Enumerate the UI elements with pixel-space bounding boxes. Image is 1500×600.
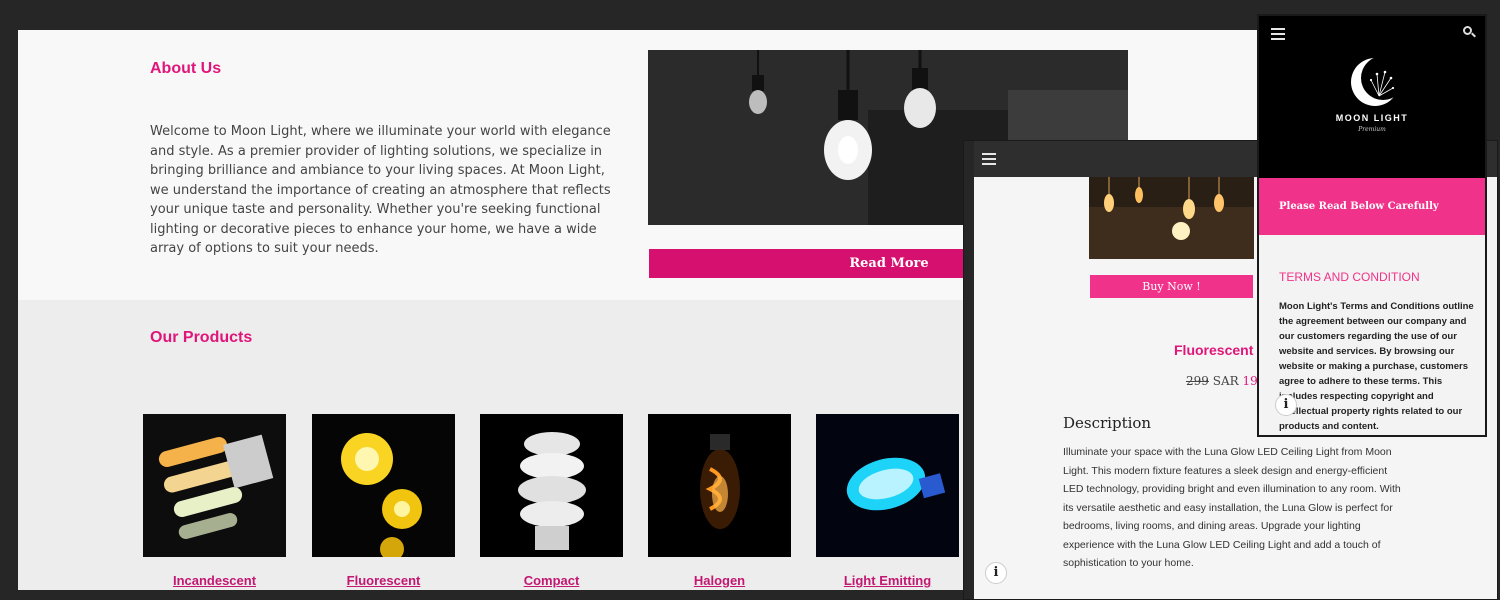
product-link-compact[interactable]: Compact — [480, 573, 623, 588]
product-card-halogen[interactable]: Halogen — [648, 414, 791, 588]
products-title: Our Products — [150, 329, 253, 346]
old-price: 299 — [1186, 374, 1209, 388]
product-image-light-emitting[interactable] — [816, 414, 959, 557]
buy-now-button[interactable]: Buy Now ! — [1090, 275, 1253, 298]
product-link-halogen[interactable]: Halogen — [648, 573, 791, 588]
search-icon[interactable] — [1463, 26, 1476, 38]
brand-subtitle: Premium — [1358, 126, 1386, 133]
hamburger-menu-icon[interactable] — [982, 153, 996, 165]
hamburger-menu-icon[interactable] — [1271, 28, 1285, 40]
product-link-incandescent[interactable]: Incandescent — [143, 573, 286, 588]
description-title: Description — [1063, 414, 1152, 432]
brand-name: MOON LIGHT — [1335, 113, 1409, 123]
product-hero-image — [1089, 177, 1254, 259]
moon-logo-icon — [1349, 56, 1405, 108]
description-text: Illuminate your space with the Luna Glow… — [1063, 446, 1401, 569]
info-icon[interactable]: i — [985, 562, 1007, 584]
product-card-incandescent[interactable]: Incandescent — [143, 414, 286, 588]
terms-title: TERMS AND CONDITION — [1279, 270, 1420, 284]
product-link-fluorescent[interactable]: Fluorescent — [312, 573, 455, 588]
product-image-compact[interactable] — [480, 414, 623, 557]
product-name: Fluorescent I — [1174, 342, 1262, 358]
terms-window: MOON LIGHT Premium Please Read Below Car… — [1257, 14, 1487, 437]
product-price: 299 SAR 19 — [1186, 374, 1258, 388]
product-card-light-emitting[interactable]: Light Emitting — [816, 414, 959, 588]
product-image-halogen[interactable] — [648, 414, 791, 557]
product-link-light-emitting[interactable]: Light Emitting — [816, 573, 959, 588]
terms-header: MOON LIGHT Premium — [1259, 16, 1485, 178]
new-price: 19 — [1242, 374, 1258, 388]
about-text: Welcome to Moon Light, where we illumina… — [150, 124, 611, 256]
terms-text: Moon Light's Terms and Conditions outlin… — [1279, 301, 1474, 432]
notice-banner: Please Read Below Carefully — [1259, 178, 1485, 235]
product-card-fluorescent[interactable]: Fluorescent — [312, 414, 455, 588]
about-title: About Us — [150, 60, 222, 77]
window-frame — [964, 177, 974, 599]
product-image-incandescent[interactable] — [143, 414, 286, 557]
product-image-fluorescent[interactable] — [312, 414, 455, 557]
product-card-compact[interactable]: Compact — [480, 414, 623, 588]
currency: SAR — [1212, 374, 1239, 388]
info-icon[interactable]: i — [1275, 394, 1297, 416]
